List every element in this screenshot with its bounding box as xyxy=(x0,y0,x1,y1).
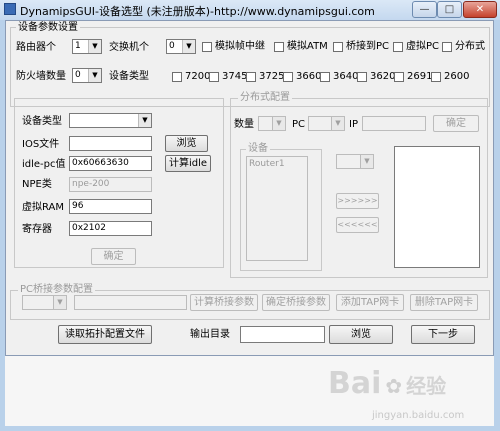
ios-file-label: IOS文件 xyxy=(22,139,60,150)
device-list-title: 设备 xyxy=(246,143,270,155)
model-3640-label: 3640 xyxy=(333,71,359,82)
device-type-label: 设备类型 xyxy=(109,71,149,82)
router-count-value: 1 xyxy=(75,41,81,51)
model-3660-label: 3660 xyxy=(296,71,322,82)
distributed-count-label: 数量 xyxy=(234,119,254,130)
router-count-label: 路由器个 xyxy=(16,42,56,53)
model-2600-label: 2600 xyxy=(444,71,470,82)
model-3640-checkbox[interactable] xyxy=(320,72,330,82)
router-confirm-button[interactable]: 确定 xyxy=(91,248,136,265)
next-step-button[interactable]: 下一步 xyxy=(411,325,475,344)
distributed-pc-label: PC xyxy=(292,119,306,130)
watermark-brand-cn: 经验 xyxy=(406,374,447,398)
maximize-button[interactable]: □ xyxy=(437,1,462,18)
output-dir-label: 输出目录 xyxy=(190,329,230,340)
bridge-pc-label: 桥接到PC xyxy=(346,41,390,52)
ios-file-input[interactable] xyxy=(69,136,152,151)
model-2691-label: 2691 xyxy=(407,71,433,82)
idle-pc-input[interactable]: 0x60663630 xyxy=(69,156,152,171)
model-3620-checkbox[interactable] xyxy=(357,72,367,82)
window-title: DynamipsGUI-设备选型 (未注册版本)-http://www.dyna… xyxy=(20,5,375,18)
model-7200-checkbox[interactable] xyxy=(172,72,182,82)
calc-idle-button[interactable]: 计算idle xyxy=(165,155,211,172)
distributed-ip-input[interactable] xyxy=(362,116,426,131)
distributed-count-select[interactable]: ▼ xyxy=(258,116,286,131)
title-bar[interactable]: DynamipsGUI-设备选型 (未注册版本)-http://www.dyna… xyxy=(0,0,500,20)
model-3725-label: 3725 xyxy=(259,71,285,82)
frame-relay-label: 模拟帧中继 xyxy=(215,41,265,52)
router-device-type-label: 设备类型 xyxy=(22,116,62,127)
chevron-down-icon: ▼ xyxy=(88,69,101,82)
distributed-pc-select[interactable]: ▼ xyxy=(308,116,345,131)
router-device-type-select[interactable]: ▼ xyxy=(69,113,152,128)
minimize-button[interactable]: — xyxy=(412,1,437,18)
model-3745-checkbox[interactable] xyxy=(209,72,219,82)
add-tap-button[interactable]: 添加TAP网卡 xyxy=(336,294,404,311)
list-item[interactable]: Router1 xyxy=(249,159,285,169)
virtual-ram-input[interactable]: 96 xyxy=(69,199,152,214)
assigned-device-listbox[interactable] xyxy=(394,146,480,268)
move-left-button[interactable]: <<<<<< xyxy=(336,217,379,233)
chevron-down-icon: ▼ xyxy=(182,40,195,53)
move-right-button[interactable]: >>>>>> xyxy=(336,193,379,209)
read-topology-button[interactable]: 读取拓扑配置文件 xyxy=(58,325,152,344)
distributed-ip-label: IP xyxy=(349,119,358,130)
bridge-param-input[interactable] xyxy=(74,295,187,310)
register-input[interactable]: 0x2102 xyxy=(69,221,152,236)
device-target-select[interactable]: ▼ xyxy=(336,154,374,169)
chevron-down-icon: ▼ xyxy=(53,296,66,309)
model-2691-checkbox[interactable] xyxy=(394,72,404,82)
dialog-client-area: 设备参数设置 路由器个 1 ▼ 交换机个 0 ▼ 模拟帧中继 模拟ATM 桥接到… xyxy=(5,20,494,356)
bridge-adapter-select[interactable]: ▼ xyxy=(22,295,67,310)
bridge-pc-checkbox[interactable] xyxy=(333,42,343,52)
chevron-down-icon: ▼ xyxy=(88,40,101,53)
virtual-ram-label: 虚拟RAM xyxy=(22,202,65,213)
firewall-count-value: 0 xyxy=(75,70,81,80)
virtual-pc-label: 虚拟PC xyxy=(406,41,440,52)
output-dir-input[interactable] xyxy=(240,326,325,343)
application-window: DynamipsGUI-设备选型 (未注册版本)-http://www.dyna… xyxy=(0,0,500,431)
distributed-confirm-button[interactable]: 确定 xyxy=(433,115,479,132)
frame-relay-checkbox[interactable] xyxy=(202,42,212,52)
distributed-checkbox[interactable] xyxy=(442,42,452,52)
model-2600-checkbox[interactable] xyxy=(431,72,441,82)
device-params-group-title: 设备参数设置 xyxy=(16,22,80,34)
idle-pc-label: idle-pc值 xyxy=(22,159,66,170)
calc-bridge-params-button[interactable]: 计算桥接参数 xyxy=(190,294,258,311)
chevron-down-icon: ▼ xyxy=(331,117,344,130)
distributed-label: 分布式 xyxy=(455,41,485,52)
watermark-brand: Bai xyxy=(328,366,382,401)
atm-checkbox[interactable] xyxy=(274,42,284,52)
atm-label: 模拟ATM xyxy=(287,41,328,52)
output-browse-button[interactable]: 浏览 xyxy=(329,325,393,344)
router-count-select[interactable]: 1 ▼ xyxy=(72,39,102,54)
model-3660-checkbox[interactable] xyxy=(283,72,293,82)
firewall-count-select[interactable]: 0 ▼ xyxy=(72,68,102,83)
firewall-count-label: 防火墙数量 xyxy=(16,71,66,82)
model-3725-checkbox[interactable] xyxy=(246,72,256,82)
close-button[interactable]: ✕ xyxy=(463,1,497,18)
model-3745-label: 3745 xyxy=(222,71,248,82)
npe-input[interactable]: npe-200 xyxy=(69,177,152,192)
watermark-paw-icon: ✿ xyxy=(385,374,403,398)
chevron-down-icon: ▼ xyxy=(360,155,373,168)
delete-tap-button[interactable]: 删除TAP网卡 xyxy=(410,294,478,311)
ios-browse-button[interactable]: 浏览 xyxy=(165,135,208,152)
device-listbox[interactable]: Router1 xyxy=(246,156,308,261)
app-icon xyxy=(4,3,16,15)
npe-label: NPE类 xyxy=(22,179,52,190)
confirm-bridge-params-button[interactable]: 确定桥接参数 xyxy=(262,294,330,311)
model-7200-label: 7200 xyxy=(185,71,211,82)
switch-count-select[interactable]: 0 ▼ xyxy=(166,39,196,54)
switch-count-label: 交换机个 xyxy=(109,42,149,53)
distributed-config-title: 分布式配置 xyxy=(238,92,292,104)
watermark-logo: Bai ✿ 经验 xyxy=(328,366,446,401)
model-3620-label: 3620 xyxy=(370,71,396,82)
switch-count-value: 0 xyxy=(169,41,175,51)
chevron-down-icon: ▼ xyxy=(272,117,285,130)
chevron-down-icon: ▼ xyxy=(138,114,151,127)
watermark-url: jingyan.baidu.com xyxy=(372,410,465,421)
register-label: 寄存器 xyxy=(22,224,52,235)
virtual-pc-checkbox[interactable] xyxy=(393,42,403,52)
